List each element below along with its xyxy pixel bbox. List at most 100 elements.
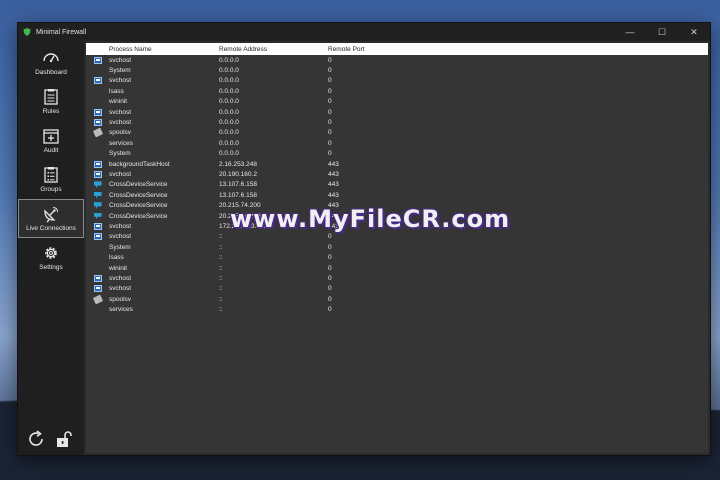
- row-icon-cell: [86, 77, 109, 85]
- remote-address-cell: ::: [219, 243, 223, 251]
- process-name-cell: spoolsv: [109, 295, 132, 303]
- app-window-icon: [93, 285, 102, 293]
- table-row[interactable]: services:: 0: [86, 304, 708, 314]
- process-name-cell: System: [109, 67, 131, 75]
- process-name-cell: CrossDeviceService: [109, 191, 168, 199]
- process-name-cell: svchost: [109, 222, 132, 230]
- table-row[interactable]: svchost 0.0.0.0 0: [86, 76, 708, 86]
- unlock-icon[interactable]: [54, 429, 74, 449]
- remote-port-cell: 443: [328, 160, 339, 168]
- remote-address-cell: 20.215.74.200: [219, 202, 261, 210]
- table-row[interactable]: CrossDeviceService 20.215.74.200 443: [86, 200, 708, 210]
- close-button[interactable]: ✕: [678, 23, 710, 41]
- process-name-cell: svchost: [109, 56, 132, 64]
- table-row[interactable]: CrossDeviceService 13.107.6.158 443: [86, 190, 708, 200]
- remote-address-cell: ::: [219, 264, 223, 272]
- remote-address-cell: ::: [219, 254, 223, 262]
- row-icon-cell: [86, 202, 109, 210]
- column-header-remote-address[interactable]: Remote Address: [219, 46, 328, 53]
- table-row[interactable]: CrossDeviceService 13.107.6.158 443: [86, 180, 708, 190]
- process-name-cell: svchost: [109, 108, 132, 116]
- remote-port-cell: 0: [328, 254, 332, 262]
- refresh-icon[interactable]: [26, 429, 46, 449]
- process-name-cell: lsass: [109, 87, 124, 95]
- remote-port-cell: 443: [328, 170, 339, 178]
- table-row[interactable]: backgroundTaskHost 2.16.253.248 443: [86, 159, 708, 169]
- remote-port-cell: 0: [328, 150, 332, 158]
- row-icon-cell: [86, 181, 109, 189]
- table-row[interactable]: wininit:: 0: [86, 263, 708, 273]
- table-row[interactable]: System 0.0.0.0 0: [86, 65, 708, 75]
- table-row[interactable]: svchost 0.0.0.0 0: [86, 117, 708, 127]
- monitor-icon: [93, 212, 102, 220]
- process-name-cell: CrossDeviceService: [109, 181, 168, 189]
- table-row[interactable]: svchost:: 0: [86, 284, 708, 294]
- monitor-icon: [93, 191, 102, 199]
- table-row[interactable]: svchost 0.0.0.0 0: [86, 55, 708, 65]
- nav-settings[interactable]: Settings: [18, 238, 84, 277]
- table-row[interactable]: lsass 0.0.0.0 0: [86, 86, 708, 96]
- row-icon-cell: [86, 160, 109, 168]
- table-row[interactable]: svchost 172.211.123.250 443: [86, 221, 708, 231]
- row-icon-cell: [86, 222, 109, 230]
- process-name-cell: svchost: [109, 233, 132, 241]
- maximize-button[interactable]: ☐: [646, 23, 678, 41]
- table-row[interactable]: svchost:: 0: [86, 273, 708, 283]
- nav-live-connections-label: Live Connections: [26, 225, 76, 232]
- nav-dashboard[interactable]: Dashboard: [18, 43, 84, 82]
- remote-port-cell: 0: [328, 274, 332, 282]
- remote-port-cell: 0: [328, 233, 332, 241]
- remote-port-cell: 0: [328, 98, 332, 106]
- table-row[interactable]: CrossDeviceService 20.215.74.200 443: [86, 211, 708, 221]
- remote-port-cell: 0: [328, 77, 332, 85]
- row-icon-cell: [86, 170, 109, 178]
- satellite-icon: [44, 207, 58, 223]
- column-header-process-name[interactable]: Process Name: [109, 46, 219, 53]
- minimize-button[interactable]: —: [614, 23, 646, 41]
- table-row[interactable]: System:: 0: [86, 242, 708, 252]
- process-name-cell: services: [109, 139, 133, 147]
- groups-icon: [44, 167, 58, 183]
- nav-rules-label: Rules: [42, 108, 60, 115]
- nav-live-connections[interactable]: Live Connections: [18, 199, 84, 238]
- remote-address-cell: 20.190.160.2: [219, 170, 257, 178]
- nav-dashboard-label: Dashboard: [35, 69, 67, 76]
- remote-address-cell: 0.0.0.0: [219, 87, 239, 95]
- nav-audit[interactable]: Audit: [18, 121, 84, 160]
- rules-icon: [44, 89, 58, 105]
- table-row[interactable]: wininit 0.0.0.0 0: [86, 97, 708, 107]
- table-row[interactable]: System 0.0.0.0 0: [86, 149, 708, 159]
- remote-port-cell: 0: [328, 87, 332, 95]
- sidebar-bottom-actions: [26, 429, 74, 449]
- printer-icon: [92, 128, 103, 138]
- process-name-cell: CrossDeviceService: [109, 202, 168, 210]
- nav-groups[interactable]: Groups: [18, 160, 84, 199]
- remote-port-cell: 0: [328, 56, 332, 64]
- table-row[interactable]: svchost 20.190.160.2 443: [86, 169, 708, 179]
- app-window-icon: [93, 108, 102, 116]
- nav-rules[interactable]: Rules: [18, 82, 84, 121]
- remote-address-cell: 172.211.123.250: [219, 222, 268, 230]
- remote-address-cell: ::: [219, 306, 223, 314]
- table-header: Process Name Remote Address Remote Port: [86, 43, 708, 55]
- remote-port-cell: 443: [328, 212, 339, 220]
- remote-port-cell: 443: [328, 202, 339, 210]
- remote-port-cell: 0: [328, 139, 332, 147]
- row-icon-cell: [86, 285, 109, 293]
- table-row[interactable]: lsass:: 0: [86, 252, 708, 262]
- column-header-remote-port[interactable]: Remote Port: [328, 46, 428, 53]
- table-row[interactable]: svchost:: 0: [86, 232, 708, 242]
- process-name-cell: svchost: [109, 285, 132, 293]
- dashboard-icon: [43, 53, 59, 63]
- table-row[interactable]: spoolsv:: 0: [86, 294, 708, 305]
- remote-port-cell: 0: [328, 285, 332, 293]
- table-row[interactable]: svchost 0.0.0.0 0: [86, 107, 708, 117]
- process-name-cell: System: [109, 150, 131, 158]
- table-row[interactable]: spoolsv 0.0.0.0 0: [86, 128, 708, 138]
- row-icon-cell: [86, 128, 109, 138]
- remote-address-cell: ::: [219, 295, 223, 303]
- process-name-cell: svchost: [109, 274, 132, 282]
- table-row[interactable]: services 0.0.0.0 0: [86, 138, 708, 148]
- remote-address-cell: ::: [219, 274, 223, 282]
- remote-port-cell: 0: [328, 243, 332, 251]
